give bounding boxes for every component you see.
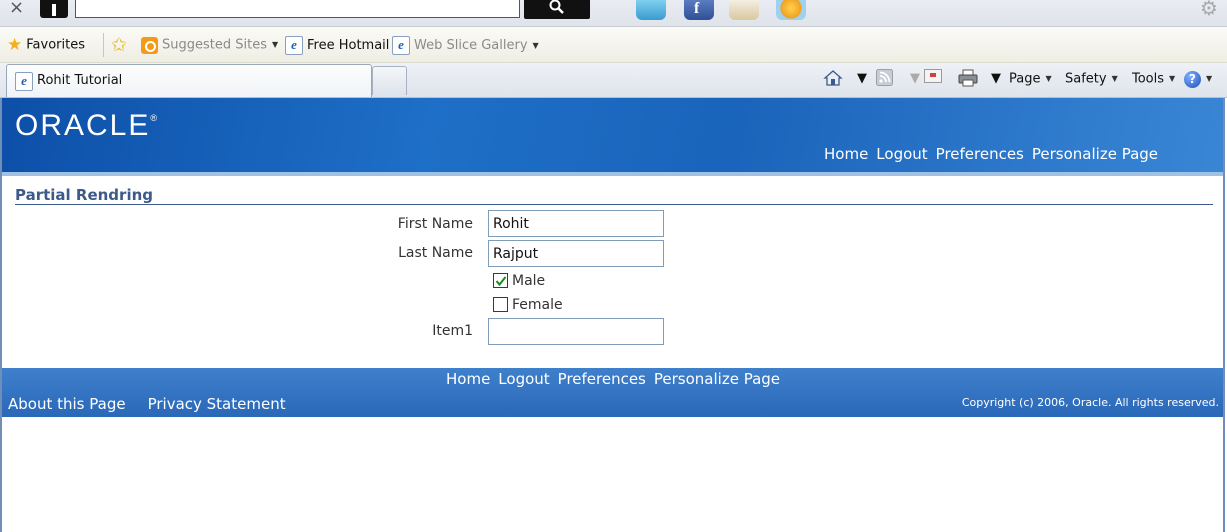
favorites-label: Favorites	[26, 37, 85, 53]
favorites-bar: ★ Favorites ✩ Suggested Sites ▼ e Free Hotm…	[0, 27, 1227, 63]
favorites-divider	[103, 33, 104, 57]
item1-input[interactable]	[488, 318, 664, 345]
copyright-text: Copyright (c) 2006, Oracle. All rights r…	[961, 396, 1219, 409]
suggested-sites-link[interactable]: Suggested Sites ▼	[141, 36, 278, 54]
chevron-down-icon[interactable]: ▼	[991, 69, 1001, 89]
tools-menu[interactable]: Tools ▼	[1132, 69, 1175, 89]
favorites-star-icon: ★	[7, 35, 23, 55]
registered-mark: ®	[150, 113, 158, 123]
page-menu-label: Page	[1009, 71, 1041, 87]
tab-title: Rohit Tutorial	[37, 73, 123, 88]
footer-secondary-links: About this Page Privacy Statement	[8, 395, 308, 413]
weather-shortcut-icon[interactable]	[776, 0, 806, 20]
map-shortcut-icon[interactable]	[729, 0, 759, 20]
free-hotmail-label: Free Hotmail	[307, 38, 390, 53]
chevron-down-icon: ▼	[1111, 74, 1118, 83]
twitter-shortcut-icon[interactable]	[636, 0, 666, 20]
oracle-header-banner: ORACLE® Home Logout Preferences Personalize…	[2, 98, 1223, 176]
chevron-down-icon[interactable]: ▼	[533, 41, 539, 50]
header-personalize-page-link[interactable]: Personalize Page	[1032, 145, 1158, 163]
footer-global-links: Home Logout Preferences Personalize Page	[446, 370, 788, 388]
tab-rohit-tutorial[interactable]: e Rohit Tutorial	[6, 64, 372, 97]
item1-label: Item1	[432, 323, 473, 339]
mail-icon[interactable]	[924, 69, 942, 89]
section-divider	[15, 204, 1213, 205]
footer-logout-link[interactable]: Logout	[498, 370, 549, 388]
oracle-logo-text: ORACLE	[15, 109, 151, 142]
home-icon[interactable]	[823, 69, 843, 89]
last-name-label: Last Name	[398, 245, 473, 261]
top-search-input[interactable]	[75, 0, 520, 18]
first-name-input[interactable]	[488, 210, 664, 237]
ie-page-icon: e	[392, 36, 410, 55]
female-checkbox-label[interactable]: Female	[512, 297, 563, 313]
page-footer: Home Logout Preferences Personalize Page Ab…	[2, 368, 1223, 417]
first-name-label: First Name	[397, 216, 473, 232]
chevron-down-icon: ▼	[1206, 74, 1213, 83]
chevron-down-icon[interactable]: ▼	[857, 69, 867, 89]
free-hotmail-link[interactable]: e Free Hotmail	[285, 36, 390, 55]
safety-menu[interactable]: Safety ▼	[1065, 69, 1118, 89]
web-slice-gallery-link[interactable]: e Web Slice Gallery ▼	[392, 36, 539, 55]
new-tab-button[interactable]	[372, 66, 407, 95]
tools-menu-label: Tools	[1132, 71, 1165, 87]
checkmark-icon	[495, 276, 507, 287]
about-this-page-link[interactable]: About this Page	[8, 395, 126, 413]
header-logout-link[interactable]: Logout	[876, 145, 927, 163]
male-checkbox-label[interactable]: Male	[512, 273, 545, 289]
chevron-down-icon: ▼	[1169, 74, 1176, 83]
male-checkbox[interactable]	[493, 273, 508, 288]
page-menu[interactable]: Page ▼	[1009, 69, 1052, 89]
footer-personalize-page-link[interactable]: Personalize Page	[654, 370, 780, 388]
privacy-statement-link[interactable]: Privacy Statement	[148, 395, 286, 413]
page-content: ORACLE® Home Logout Preferences Personalize…	[0, 98, 1225, 532]
footer-preferences-link[interactable]: Preferences	[558, 370, 646, 388]
help-icon: ?	[1184, 70, 1201, 88]
header-home-link[interactable]: Home	[824, 145, 868, 163]
chevron-down-icon[interactable]: ▼	[272, 40, 278, 49]
tab-bar: e Rohit Tutorial ▼ ▼ ▼ Page ▼ Safety ▼ Too…	[0, 63, 1227, 98]
female-checkbox[interactable]	[493, 297, 508, 312]
favorites-button[interactable]: ★ Favorites	[7, 36, 85, 54]
close-icon[interactable]: ×	[9, 0, 24, 18]
ie-page-icon: e	[15, 72, 33, 91]
chevron-down-icon[interactable]: ▼	[910, 69, 920, 89]
header-global-links: Home Logout Preferences Personalize Page	[824, 145, 1166, 163]
facebook-shortcut-icon[interactable]: f	[684, 0, 714, 20]
footer-home-link[interactable]: Home	[446, 370, 490, 388]
header-preferences-link[interactable]: Preferences	[936, 145, 1024, 163]
add-to-favorites-button[interactable]: ✩	[111, 34, 131, 56]
suggested-sites-icon	[141, 36, 158, 54]
oracle-logo: ORACLE®	[15, 109, 157, 143]
ie-page-icon: e	[285, 36, 303, 55]
add-favorite-star-icon: ✩	[111, 34, 127, 56]
browser-top-strip: × f ⚙	[0, 0, 1227, 27]
search-icon	[549, 0, 564, 14]
web-slice-gallery-label: Web Slice Gallery	[414, 38, 528, 53]
feeds-icon[interactable]	[876, 69, 893, 89]
search-button[interactable]	[524, 0, 590, 19]
help-menu[interactable]: ? ▼	[1184, 69, 1212, 89]
section-title: Partial Rendring	[15, 186, 154, 204]
last-name-input[interactable]	[488, 240, 664, 267]
chevron-down-icon: ▼	[1045, 74, 1052, 83]
print-icon[interactable]	[958, 69, 978, 89]
app-icon[interactable]	[40, 0, 68, 18]
suggested-sites-label: Suggested Sites	[162, 37, 267, 53]
gear-icon[interactable]: ⚙	[1200, 0, 1218, 20]
safety-menu-label: Safety	[1065, 71, 1107, 87]
